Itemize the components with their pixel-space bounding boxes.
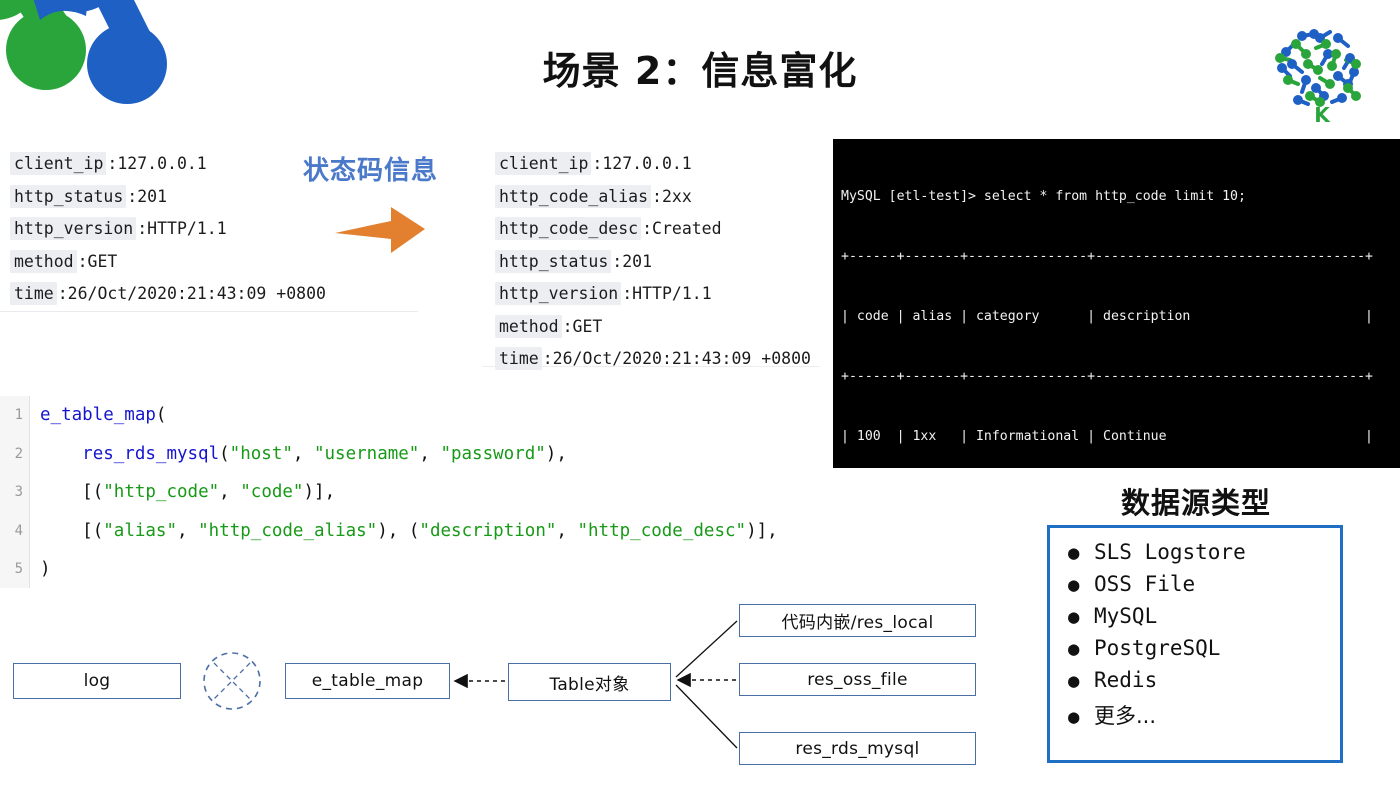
log-field-value: :201 xyxy=(612,251,653,271)
log-row: http_status:201 xyxy=(495,246,811,279)
code-block[interactable]: 1 2 3 4 5 e_table_map( res_rds_mysql("ho… xyxy=(0,396,820,588)
log-field-value: :26/Oct/2020:21:43:09 +0800 xyxy=(57,284,326,303)
data-source-title: 数据源类型 xyxy=(1120,486,1271,520)
code-source[interactable]: e_table_map( res_rds_mysql("host", "user… xyxy=(40,396,778,588)
list-item: ● MySQL xyxy=(1068,604,1340,636)
code-line: [("alias", "http_code_alias"), ("descrip… xyxy=(82,520,778,541)
log-field-key: client_ip xyxy=(10,152,107,175)
list-item-label: OSS File xyxy=(1094,572,1196,596)
log-field-key: http_version xyxy=(10,217,137,240)
code-line: ) xyxy=(40,559,51,579)
log-row: time:26/Oct/2020:21:43:09 +0800 xyxy=(495,343,811,376)
log-row: http_version:HTTP/1.1 xyxy=(10,213,326,246)
logo-caption: K xyxy=(1314,103,1331,126)
flow-box-res-rds-mysql[interactable]: res_rds_mysql xyxy=(739,732,976,765)
list-item-label: Redis xyxy=(1094,668,1158,692)
flow-box-log[interactable]: log xyxy=(13,663,181,699)
log-row: http_code_desc:Created xyxy=(495,213,811,246)
circle-x-transform-icon xyxy=(203,652,261,710)
bullet-icon: ● xyxy=(1068,670,1080,692)
log-field-key: client_ip xyxy=(495,152,592,175)
log-before-enrichment: client_ip:127.0.0.1 http_status:201 http… xyxy=(10,148,326,311)
code-line: res_rds_mysql("host", "username", "passw… xyxy=(82,443,567,464)
mysql-terminal[interactable]: MySQL [etl-test]> select * from http_cod… xyxy=(833,139,1400,468)
line-number: 1 xyxy=(14,407,23,423)
list-item: ● Redis xyxy=(1068,668,1340,700)
log-field-value: :201 xyxy=(127,186,168,206)
log-field-value: :127.0.0.1 xyxy=(107,154,207,173)
bullet-icon: ● xyxy=(1068,638,1080,660)
code-line: [("http_code", "code")], xyxy=(82,482,336,502)
bullet-icon: ● xyxy=(1068,606,1080,628)
log-before-divider xyxy=(0,311,418,312)
list-item: ● OSS File xyxy=(1068,572,1340,604)
flow-box-res-oss-file[interactable]: res_oss_file xyxy=(739,663,976,696)
line-number: 5 xyxy=(14,561,23,577)
log-row: client_ip:127.0.0.1 xyxy=(495,148,811,181)
bullet-icon: ● xyxy=(1068,542,1080,564)
log-field-value: :Created xyxy=(642,219,722,238)
list-item-label: PostgreSQL xyxy=(1094,636,1221,660)
data-source-list: ● SLS Logstore ● OSS File ● MySQL ● PostgreS… xyxy=(1047,525,1343,763)
list-item-label: MySQL xyxy=(1094,604,1158,628)
log-field-key: http_code_desc xyxy=(495,217,642,240)
flow-box-table-object[interactable]: Table对象 xyxy=(508,663,671,701)
log-field-value: :GET xyxy=(77,251,118,271)
line-number: 3 xyxy=(14,484,23,500)
terminal-line: | 100 | 1xx | Informational | Continue | xyxy=(841,429,1373,444)
list-item-label: 更多... xyxy=(1094,704,1157,728)
terminal-line: +------+-------+---------------+--------… xyxy=(841,249,1373,264)
bullet-icon: ● xyxy=(1068,574,1080,596)
log-row: http_code_alias:2xx xyxy=(495,181,811,214)
log-field-value: :2xx xyxy=(652,186,692,206)
bullet-icon: ● xyxy=(1068,706,1080,728)
terminal-line: +------+-------+---------------+--------… xyxy=(841,369,1373,384)
log-field-key: time xyxy=(10,282,57,305)
flow-box-res-local[interactable]: 代码内嵌/res_local xyxy=(739,604,976,637)
line-number: 4 xyxy=(14,522,23,539)
list-item: ● SLS Logstore xyxy=(1068,540,1340,572)
log-field-key: http_version xyxy=(495,282,622,305)
log-field-value: :HTTP/1.1 xyxy=(622,284,712,303)
terminal-line: MySQL [etl-test]> select * from http_cod… xyxy=(841,189,1246,204)
code-line-numbers: 1 2 3 4 5 xyxy=(0,396,30,588)
log-field-key: http_status xyxy=(495,249,612,273)
list-item: ● PostgreSQL xyxy=(1068,636,1340,668)
log-row: http_version:HTTP/1.1 xyxy=(495,278,811,311)
log-field-key: http_code_alias xyxy=(495,184,652,208)
log-field-value: :127.0.0.1 xyxy=(592,154,692,173)
line-number: 2 xyxy=(14,445,23,462)
log-field-value: :GET xyxy=(562,316,603,336)
flow-box-e-table-map[interactable]: e_table_map xyxy=(285,663,450,699)
log-row: time:26/Oct/2020:21:43:09 +0800 xyxy=(10,278,326,311)
dataflow-diagram: log e_table_map Table对象 代码内嵌/res_local r… xyxy=(0,588,1010,788)
log-field-key: http_status xyxy=(10,184,127,208)
enrichment-arrow-icon xyxy=(335,207,425,253)
annotation-label: 状态码信息 xyxy=(303,156,439,186)
log-row: http_status:201 xyxy=(10,181,326,214)
log-field-key: method xyxy=(10,249,77,273)
list-item-label: SLS Logstore xyxy=(1094,540,1246,564)
log-field-key: method xyxy=(495,314,562,338)
code-line: e_table_map( xyxy=(40,405,167,425)
log-after-enrichment: client_ip:127.0.0.1 http_code_alias:2xx … xyxy=(495,148,811,376)
log-row: method:GET xyxy=(495,311,811,344)
list-item: ● 更多... xyxy=(1068,700,1340,732)
log-row: client_ip:127.0.0.1 xyxy=(10,148,326,181)
log-row: method:GET xyxy=(10,246,326,279)
log-after-divider xyxy=(482,366,820,367)
terminal-line: | code | alias | category | description … xyxy=(841,309,1373,324)
page-title: 场景 2：信息富化 xyxy=(542,49,858,93)
log-field-value: :HTTP/1.1 xyxy=(137,219,227,238)
